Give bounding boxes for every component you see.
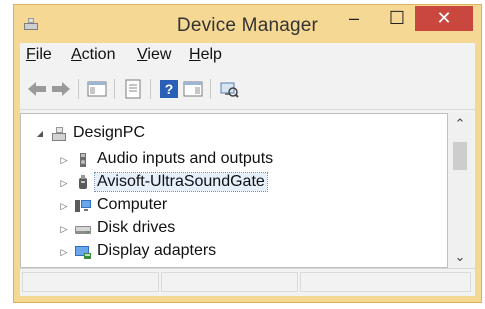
maximize-button[interactable]: ☐	[383, 6, 411, 31]
menu-view-label: iew	[147, 46, 172, 63]
scroll-thumb[interactable]	[453, 142, 467, 170]
usb-device-icon	[79, 175, 87, 189]
help-button[interactable]: ?	[158, 78, 180, 100]
toolbar-separator	[114, 79, 115, 99]
menu-file[interactable]: File	[26, 46, 52, 64]
tree-item-disk-drives[interactable]: ▷ Disk drives	[21, 218, 441, 240]
tree-item-display-adapters[interactable]: ▷ Display adapters	[21, 241, 441, 263]
close-button[interactable]: ✕	[415, 6, 473, 31]
pc-icon	[52, 127, 66, 141]
menu-view[interactable]: View	[137, 46, 171, 64]
action-pane-button[interactable]	[182, 78, 204, 100]
toolbar-separator	[210, 79, 211, 99]
menu-help[interactable]: Help	[189, 46, 222, 64]
collapse-toggle[interactable]: ◢	[35, 129, 45, 139]
computer-icon	[75, 200, 91, 212]
status-pane	[22, 272, 159, 292]
device-manager-window: Device Manager – ☐ ✕ File Action View He…	[13, 4, 482, 303]
menu-help-accelerator: H	[189, 46, 201, 63]
svg-text:?: ?	[165, 81, 174, 97]
scroll-up-button[interactable]: ⌃	[448, 113, 472, 133]
menu-file-label: ile	[35, 46, 52, 63]
tree-item-label: Disk drives	[97, 219, 176, 236]
expand-toggle[interactable]: ▷	[59, 201, 69, 211]
tree-item-audio[interactable]: ▷ Audio inputs and outputs	[21, 149, 441, 171]
tree-root-label: DesignPC	[73, 124, 146, 141]
menu-action-accelerator: A	[71, 46, 82, 63]
tree-item-avisoft[interactable]: ▷ Avisoft-UltraSoundGate	[21, 172, 441, 194]
properties-button[interactable]	[122, 78, 144, 100]
tree-item-label: Audio inputs and outputs	[97, 150, 274, 167]
help-icon: ?	[160, 80, 178, 98]
scan-hardware-icon	[220, 82, 239, 98]
menu-view-accelerator: V	[137, 46, 148, 63]
show-hide-console-tree-icon	[87, 81, 107, 97]
menu-bar: File Action View Help	[20, 43, 475, 65]
status-pane	[161, 272, 298, 292]
toolbar: ?	[20, 65, 475, 110]
device-tree[interactable]: ◢ DesignPC ▷ Audio inputs and outputs ▷ …	[20, 113, 448, 268]
expand-toggle[interactable]: ▷	[59, 247, 69, 257]
expand-toggle[interactable]: ▷	[59, 178, 69, 188]
disk-drive-icon	[75, 226, 91, 234]
status-bar	[20, 268, 475, 296]
menu-action-label: ction	[81, 46, 116, 63]
tree-item-label: Computer	[97, 196, 168, 213]
forward-arrow-icon	[52, 82, 70, 96]
title-bar[interactable]: Device Manager – ☐ ✕	[14, 5, 481, 43]
toolbar-separator	[78, 79, 79, 99]
tree-item-computer[interactable]: ▷ Computer	[21, 195, 441, 217]
action-pane-icon	[183, 81, 203, 97]
menu-help-label: elp	[200, 46, 222, 63]
show-hide-console-tree-button[interactable]	[86, 78, 108, 100]
back-arrow-icon	[28, 82, 46, 96]
display-adapter-icon	[75, 246, 91, 259]
forward-button[interactable]	[50, 78, 72, 100]
expand-toggle[interactable]: ▷	[59, 155, 69, 165]
menu-action[interactable]: Action	[71, 46, 115, 64]
properties-icon	[125, 79, 141, 99]
vertical-scrollbar[interactable]: ⌃ ⌄	[448, 113, 472, 268]
menu-file-accelerator: F	[26, 46, 36, 63]
scroll-down-button[interactable]: ⌄	[448, 248, 472, 268]
tree-pane: ◢ DesignPC ▷ Audio inputs and outputs ▷ …	[20, 110, 475, 268]
tree-root[interactable]: ◢ DesignPC	[21, 123, 441, 145]
tree-item-label: Display adapters	[97, 242, 217, 259]
speaker-icon	[80, 153, 86, 167]
back-button[interactable]	[26, 78, 48, 100]
toolbar-separator	[150, 79, 151, 99]
status-pane	[300, 272, 471, 292]
tree-item-label: Avisoft-UltraSoundGate	[94, 172, 268, 192]
expand-toggle[interactable]: ▷	[59, 224, 69, 234]
scan-hardware-button[interactable]	[218, 78, 240, 100]
minimize-button[interactable]: –	[340, 6, 368, 31]
